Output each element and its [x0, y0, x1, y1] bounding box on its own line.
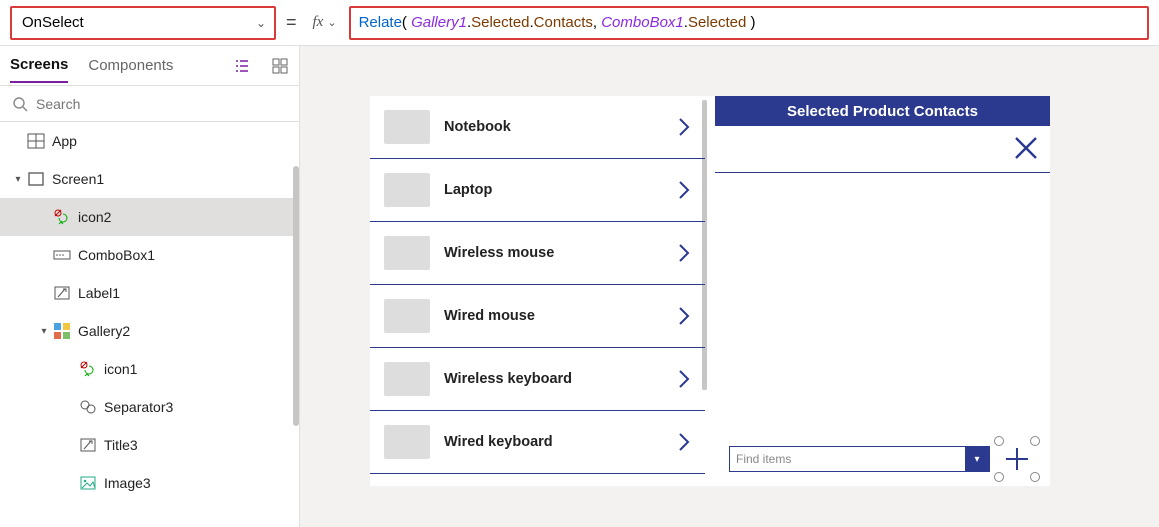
product-image — [384, 173, 430, 207]
app-canvas: Notebook Laptop Wireless mouse Wired mouse W… — [370, 96, 1050, 486]
tree-node-label: Screen1 — [52, 171, 104, 187]
product-image — [384, 425, 430, 459]
image-icon — [78, 473, 98, 493]
tree-node-label: icon2 — [78, 209, 111, 225]
detail-separator — [715, 172, 1050, 173]
close-icon[interactable] — [1012, 134, 1040, 162]
tree-node-label: Label1 — [78, 285, 120, 301]
gallery-row[interactable]: Notebook — [370, 96, 705, 159]
chevron-right-icon[interactable] — [677, 242, 691, 264]
formula-token: Contacts — [534, 14, 593, 31]
product-name: Wireless keyboard — [444, 371, 677, 387]
canvas-area: Notebook Laptop Wireless mouse Wired mouse W… — [300, 46, 1159, 527]
formula-token: ) — [746, 14, 755, 31]
tab-components[interactable]: Components — [88, 49, 173, 82]
chevron-down-icon: ⌄ — [327, 16, 336, 29]
chevron-right-icon[interactable] — [677, 179, 691, 201]
tree-node-label: Separator3 — [104, 399, 173, 415]
gallery-row[interactable]: Wired mouse — [370, 285, 705, 348]
tree-tabs: Screens Components — [0, 46, 299, 86]
tree-scrollbar[interactable] — [293, 166, 299, 426]
tree-node-gallery2[interactable]: ▾ Gallery2 — [0, 312, 299, 350]
tree-node-label: Gallery2 — [78, 323, 130, 339]
product-image — [384, 299, 430, 333]
grid-view-icon[interactable] — [271, 57, 289, 75]
combobox-icon — [52, 245, 72, 265]
fx-label: fx — [313, 14, 324, 31]
gallery-icon — [52, 321, 72, 341]
combo-row: Find items ▾ — [729, 440, 1036, 478]
tree-node-label: App — [52, 133, 77, 149]
gallery-row[interactable]: Laptop — [370, 159, 705, 222]
tree-node-app[interactable]: App — [0, 122, 299, 160]
product-image — [384, 362, 430, 396]
tree-node-label: ComboBox1 — [78, 247, 155, 263]
chevron-right-icon[interactable] — [677, 431, 691, 453]
tree-node-screen1[interactable]: ▾ Screen1 — [0, 160, 299, 198]
detail-panel: Selected Product Contacts Find items ▾ — [715, 96, 1050, 486]
chevron-right-icon[interactable] — [677, 305, 691, 327]
formula-token: Relate — [359, 14, 402, 31]
gallery-row[interactable]: Wireless mouse — [370, 222, 705, 285]
fx-button[interactable]: fx ⌄ — [307, 14, 343, 31]
tree-node-icon2[interactable]: icon2 — [0, 198, 299, 236]
tree-view: App ▾ Screen1 icon2 ComboBox1 Label1 ▾ Gallery2… — [0, 122, 299, 527]
iconctl-icon — [78, 359, 98, 379]
tree-node-label1[interactable]: Label1 — [0, 274, 299, 312]
separator-icon — [78, 397, 98, 417]
tree-node-icon1[interactable]: icon1 — [0, 350, 299, 388]
gallery-row[interactable]: Wired keyboard — [370, 411, 705, 474]
app-icon — [26, 131, 46, 151]
expand-caret[interactable]: ▾ — [10, 174, 26, 185]
gallery-row[interactable]: Wireless keyboard — [370, 348, 705, 411]
product-name: Notebook — [444, 119, 677, 135]
search-input[interactable] — [36, 96, 287, 112]
combobox-placeholder: Find items — [730, 452, 965, 466]
formula-token: ( — [402, 14, 411, 31]
chevron-down-icon[interactable]: ▾ — [965, 447, 989, 471]
formula-bar: ⌄ = fx ⌄ Relate( Gallery1.Selected.Conta… — [0, 0, 1159, 46]
combobox-find-items[interactable]: Find items ▾ — [729, 446, 990, 472]
tree-node-title3[interactable]: Title3 — [0, 426, 299, 464]
tree-node-label: Image3 — [104, 475, 151, 491]
formula-token: Selected — [471, 14, 529, 31]
tree-node-label: icon1 — [104, 361, 137, 377]
equals-sign: = — [282, 12, 301, 33]
main-area: Screens Components App ▾ Screen1 icon2 Combo… — [0, 46, 1159, 527]
product-name: Wired keyboard — [444, 434, 677, 450]
label-icon — [52, 283, 72, 303]
product-name: Wireless mouse — [444, 245, 677, 261]
tree-search[interactable] — [0, 86, 299, 122]
formula-token: , — [593, 14, 601, 31]
expand-caret[interactable]: ▾ — [36, 326, 52, 337]
detail-header: Selected Product Contacts — [715, 96, 1050, 126]
chevron-right-icon[interactable] — [677, 368, 691, 390]
screen-icon — [26, 169, 46, 189]
tree-node-separator3[interactable]: Separator3 — [0, 388, 299, 426]
add-contact-icon[interactable] — [998, 440, 1036, 478]
formula-input[interactable]: Relate( Gallery1.Selected.Contacts, Comb… — [349, 6, 1149, 40]
formula-token: ComboBox1 — [601, 14, 684, 31]
tab-screens[interactable]: Screens — [10, 48, 68, 83]
property-selector[interactable]: ⌄ — [10, 6, 276, 40]
iconctl-icon — [52, 207, 72, 227]
tree-node-label: Title3 — [104, 437, 138, 453]
tree-view-pane: Screens Components App ▾ Screen1 icon2 Combo… — [0, 46, 300, 527]
product-image — [384, 236, 430, 270]
chevron-down-icon: ⌄ — [256, 16, 266, 30]
product-image — [384, 110, 430, 144]
chevron-right-icon[interactable] — [677, 116, 691, 138]
formula-token: Selected — [688, 14, 746, 31]
label-icon — [78, 435, 98, 455]
property-input[interactable] — [22, 14, 264, 31]
product-gallery: Notebook Laptop Wireless mouse Wired mouse W… — [370, 96, 705, 486]
formula-token: Gallery1 — [411, 14, 467, 31]
search-icon — [12, 96, 28, 112]
product-name: Laptop — [444, 182, 677, 198]
product-name: Wired mouse — [444, 308, 677, 324]
tree-node-image3[interactable]: Image3 — [0, 464, 299, 502]
list-view-icon[interactable] — [233, 57, 251, 75]
tree-node-combobox1[interactable]: ComboBox1 — [0, 236, 299, 274]
